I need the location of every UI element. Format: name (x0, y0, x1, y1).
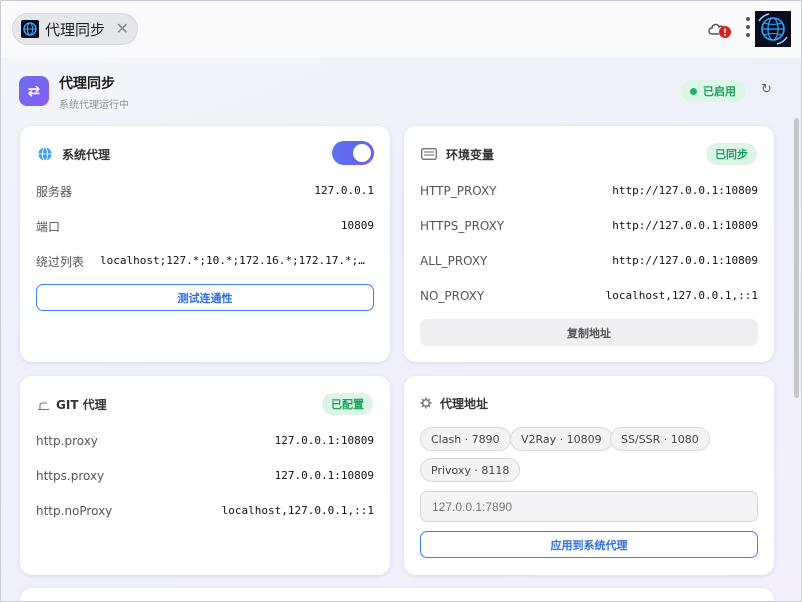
window-frame (0, 0, 802, 602)
